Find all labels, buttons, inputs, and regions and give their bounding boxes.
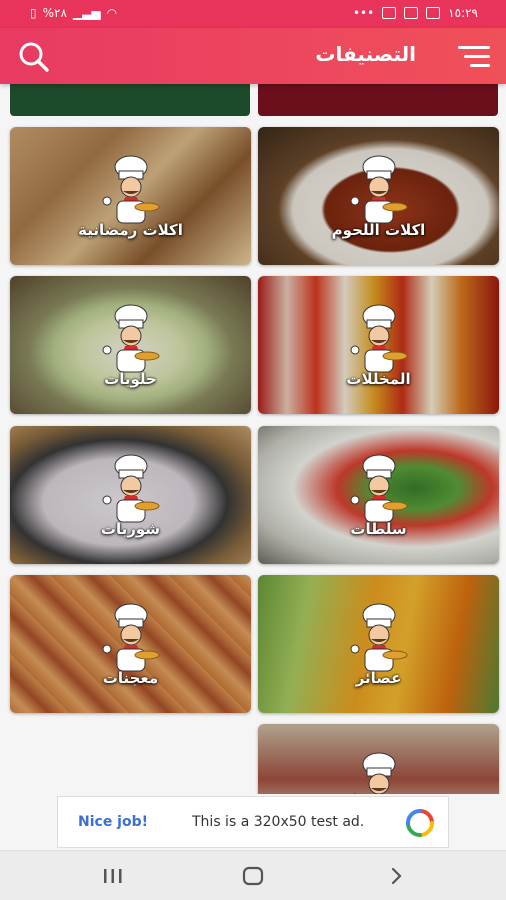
gallery-icon — [382, 7, 397, 19]
battery-percent: %٢٨ — [42, 6, 67, 20]
chef-icon — [102, 454, 159, 523]
recent-apps-button[interactable] — [93, 863, 133, 889]
category-label: عصائر — [355, 669, 402, 687]
home-button[interactable] — [233, 863, 273, 889]
category-card[interactable]: عصائر — [258, 575, 499, 713]
page-title: التصنيفات — [315, 42, 416, 66]
back-button[interactable] — [376, 863, 416, 889]
chef-icon — [102, 603, 159, 672]
notification-icon — [404, 7, 419, 19]
category-card[interactable]: سلطات — [258, 426, 499, 564]
category-label: معجنات — [102, 669, 159, 687]
signal-icon: ▁▃▅ — [72, 6, 101, 20]
system-nav-bar — [0, 850, 506, 900]
menu-icon-line — [470, 64, 490, 67]
menu-icon — [458, 46, 490, 49]
chef-icon — [350, 304, 407, 373]
category-label: سلطات — [350, 520, 407, 538]
partial-card-left[interactable] — [10, 84, 250, 116]
ad-text: This is a 320x50 test ad. — [192, 814, 365, 830]
category-label: المخللات — [346, 370, 411, 388]
category-label: اكلات رمضانية — [78, 221, 183, 239]
chef-icon — [350, 603, 407, 672]
recent-apps-icon — [104, 869, 122, 883]
home-icon — [242, 866, 264, 886]
wifi-icon: ◠ — [106, 6, 118, 20]
category-label: حلويات — [104, 370, 157, 388]
menu-icon-line — [464, 55, 490, 58]
category-card[interactable]: حلويات — [10, 276, 251, 414]
back-icon — [391, 867, 402, 885]
category-card[interactable]: المخللات — [258, 276, 499, 414]
app-bar: التصنيفات — [0, 28, 506, 84]
partial-card-right[interactable] — [258, 84, 498, 116]
category-card[interactable]: اكلات اللحوم — [258, 127, 499, 265]
chef-icon — [102, 155, 159, 224]
search-button[interactable] — [16, 40, 52, 72]
chef-icon — [102, 304, 159, 373]
ad-logo-icon — [406, 809, 434, 837]
search-icon — [19, 42, 49, 72]
category-label: اكلات اللحوم — [331, 221, 426, 239]
category-card[interactable]: معجنات — [10, 575, 251, 713]
ad-banner[interactable]: Nice job! This is a 320x50 test ad. — [57, 796, 449, 848]
menu-button[interactable] — [458, 42, 490, 70]
ad-nice-job: Nice job! — [78, 814, 149, 830]
category-card[interactable] — [258, 724, 499, 794]
category-card[interactable]: اكلات رمضانية — [10, 127, 251, 265]
clock: ١٥:٢٩ — [448, 6, 478, 20]
chef-icon — [352, 752, 395, 794]
category-grid[interactable]: اكلات اللحوم اكلات رمضانية المخللات حلوي… — [0, 84, 506, 794]
status-left: ▯ %٢٨ ▁▃▅ ◠ — [30, 6, 117, 20]
status-bar: ▯ %٢٨ ▁▃▅ ◠ ••• ١٥:٢٩ — [0, 0, 506, 28]
category-card[interactable]: شوربات — [10, 426, 251, 564]
more-dots: ••• — [352, 6, 375, 20]
battery-icon: ▯ — [30, 6, 37, 20]
image-icon — [426, 7, 441, 19]
status-right: ••• ١٥:٢٩ — [353, 6, 478, 20]
chef-icon — [350, 454, 407, 523]
category-label: شوربات — [100, 520, 161, 538]
chef-icon — [350, 155, 407, 224]
